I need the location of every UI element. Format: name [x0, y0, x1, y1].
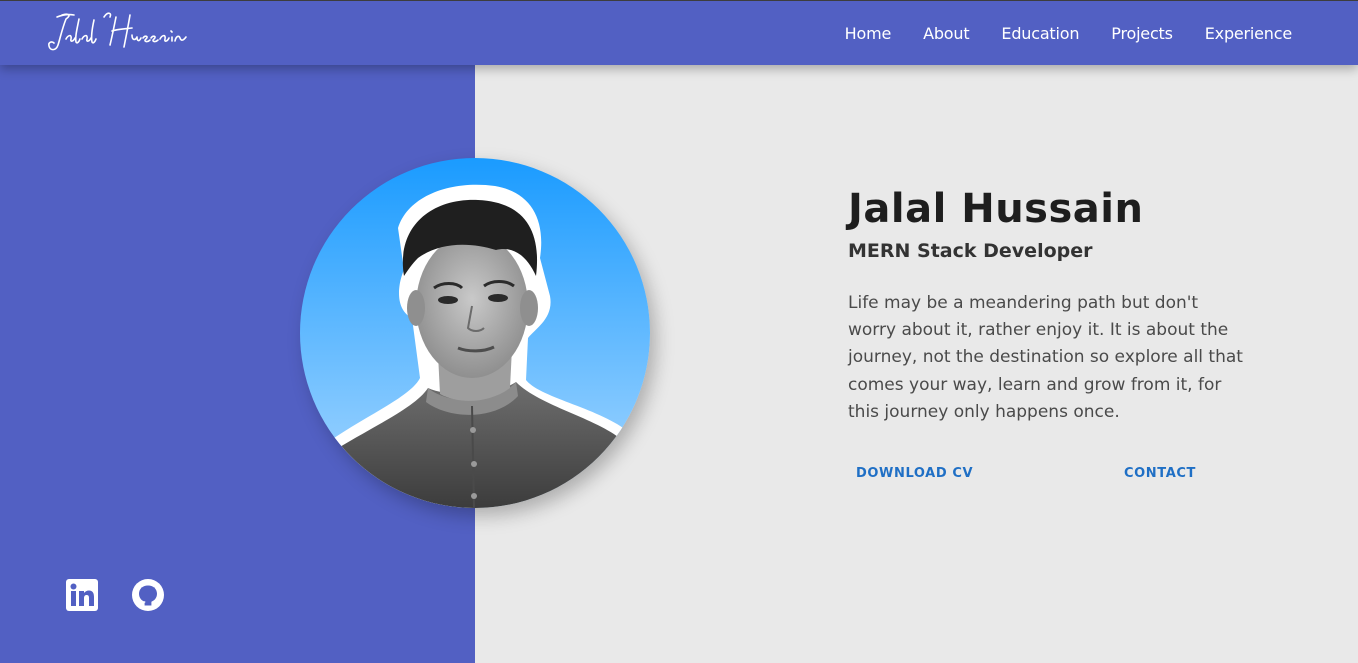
hero-intro: Jalal Hussain MERN Stack Developer Life …	[848, 185, 1258, 426]
contact-button[interactable]: CONTACT	[1116, 462, 1204, 485]
hero-actions: DOWNLOAD CV CONTACT	[848, 462, 1208, 486]
download-cv-button[interactable]: DOWNLOAD CV	[848, 462, 981, 485]
github-icon	[132, 579, 164, 611]
nav-link-experience[interactable]: Experience	[1205, 24, 1292, 43]
hero-role: MERN Stack Developer	[848, 240, 1093, 262]
github-link[interactable]	[131, 578, 165, 612]
hero-bio: Life may be a meandering path but don't …	[848, 293, 1243, 422]
linkedin-icon	[66, 579, 98, 611]
nav-link-home[interactable]: Home	[845, 24, 892, 43]
logo[interactable]	[46, 9, 196, 57]
nav-link-projects[interactable]: Projects	[1111, 24, 1173, 43]
navbar: Home About Education Projects Experience	[0, 0, 1358, 65]
profile-photo	[300, 158, 650, 508]
signature-logo-icon	[48, 12, 187, 51]
social-links	[65, 578, 165, 612]
nav-link-about[interactable]: About	[923, 24, 970, 43]
profile-avatar	[300, 158, 650, 508]
hero-name: Jalal Hussain	[848, 186, 1144, 232]
linkedin-link[interactable]	[65, 578, 99, 612]
main-nav: Home About Education Projects Experience	[813, 1, 1293, 66]
nav-link-education[interactable]: Education	[1001, 24, 1079, 43]
